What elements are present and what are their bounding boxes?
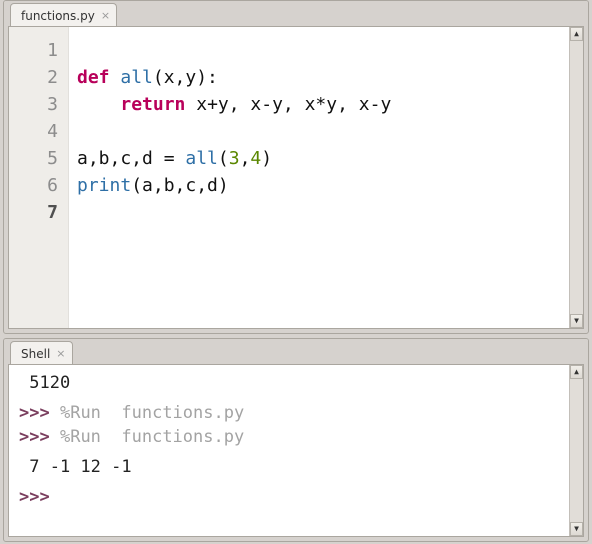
- shell-body[interactable]: 5120 >>> %Run functions.py >>> %Run funct…: [9, 365, 569, 536]
- scrollbar-track[interactable]: [570, 41, 583, 314]
- shell-tab[interactable]: Shell ×: [10, 341, 73, 365]
- editor-tab-functions[interactable]: functions.py ×: [10, 3, 117, 27]
- code-line[interactable]: [77, 118, 561, 145]
- line-number: 6: [9, 172, 68, 199]
- code-line[interactable]: [77, 37, 561, 64]
- scrollbar-up-icon[interactable]: ▲: [570, 27, 583, 41]
- shell-run-cmd-2: %Run functions.py: [60, 427, 244, 447]
- line-number: 7: [9, 199, 68, 226]
- scrollbar-down-icon[interactable]: ▼: [570, 522, 583, 536]
- shell-output-prev: 5120: [19, 373, 70, 393]
- shell-pane: Shell × 5120 >>> %Run functions.py >>> %R…: [3, 338, 589, 542]
- shell-run-cmd-1: %Run functions.py: [60, 403, 244, 423]
- editor-scrollbar[interactable]: ▲ ▼: [569, 27, 583, 328]
- scrollbar-up-icon[interactable]: ▲: [570, 365, 583, 379]
- shell-prompt-input[interactable]: >>>: [19, 487, 50, 507]
- code-line[interactable]: def all(x,y):: [77, 64, 561, 91]
- code-line[interactable]: print(a,b,c,d): [77, 172, 561, 199]
- editor-content: 1234567 def all(x,y): return x+y, x-y, x…: [8, 26, 584, 329]
- editor-tab-label: functions.py: [21, 9, 95, 23]
- scrollbar-down-icon[interactable]: ▼: [570, 314, 583, 328]
- shell-tabstrip: Shell ×: [4, 339, 588, 364]
- line-number: 2: [9, 64, 68, 91]
- shell-content: 5120 >>> %Run functions.py >>> %Run funct…: [8, 364, 584, 537]
- line-number: 3: [9, 91, 68, 118]
- editor-pane: functions.py × 1234567 def all(x,y): ret…: [3, 0, 589, 334]
- line-number: 1: [9, 37, 68, 64]
- code-line[interactable]: return x+y, x-y, x*y, x-y: [77, 91, 561, 118]
- line-number: 5: [9, 145, 68, 172]
- code-line[interactable]: a,b,c,d = all(3,4): [77, 145, 561, 172]
- close-icon[interactable]: ×: [101, 10, 110, 21]
- shell-tab-label: Shell: [21, 347, 50, 361]
- close-icon[interactable]: ×: [56, 348, 65, 359]
- shell-prompt: >>>: [19, 427, 50, 447]
- scrollbar-track[interactable]: [570, 379, 583, 522]
- line-number: 4: [9, 118, 68, 145]
- editor-body[interactable]: 1234567 def all(x,y): return x+y, x-y, x…: [9, 27, 569, 328]
- shell-output: 7 -1 12 -1: [19, 457, 132, 477]
- code-area[interactable]: def all(x,y): return x+y, x-y, x*y, x-y …: [69, 27, 569, 328]
- editor-tabstrip: functions.py ×: [4, 1, 588, 26]
- shell-prompt: >>>: [19, 403, 50, 423]
- code-line[interactable]: [77, 199, 561, 226]
- shell-scrollbar[interactable]: ▲ ▼: [569, 365, 583, 536]
- line-number-gutter: 1234567: [9, 27, 69, 328]
